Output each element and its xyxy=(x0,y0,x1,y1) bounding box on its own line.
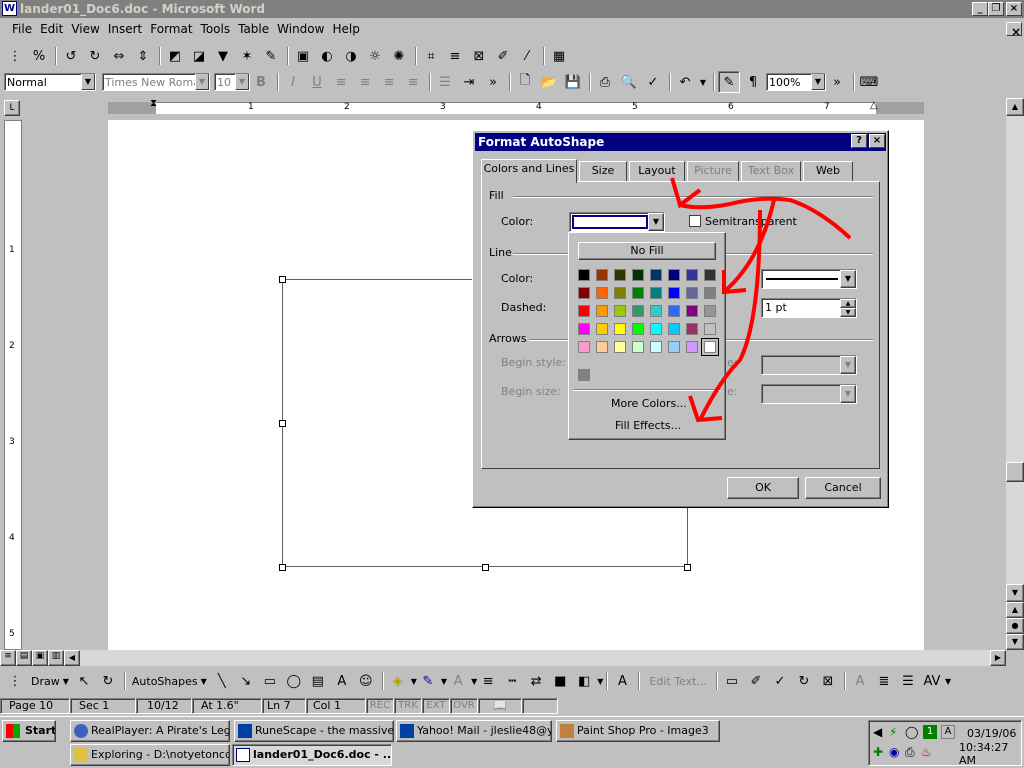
windows-logo-icon xyxy=(6,724,20,738)
tray-app-icon[interactable]: ♨ xyxy=(921,745,932,759)
annotation-arrows xyxy=(670,177,852,423)
speaker-icon[interactable]: ◀ xyxy=(873,725,882,739)
taskbar: Start RealPlayer: A Pirate's Leg... Rune… xyxy=(0,716,1024,768)
antivirus-icon[interactable]: ✚ xyxy=(873,745,883,759)
task-runescape[interactable]: RuneScape - the massive ... xyxy=(234,720,394,742)
tray-letter-icon[interactable]: A xyxy=(941,725,955,739)
task-paint-shop-pro[interactable]: Paint Shop Pro - Image3 xyxy=(556,720,720,742)
network-icon[interactable]: ⚡ xyxy=(889,725,897,739)
tray-clock[interactable]: 10:34:27 AM xyxy=(959,741,1021,767)
annotation-arrow-to-palette xyxy=(724,199,776,292)
tray-date[interactable]: 03/19/06 xyxy=(967,727,1016,740)
system-tray: ◀ ⚡ ◯ 1 A ✚ ◉ ⎙ ♨ 03/19/06 10:34:27 AM xyxy=(868,720,1022,767)
tab-colors-and-lines[interactable]: Colors and Lines xyxy=(481,159,577,183)
mouse-icon[interactable]: ◯ xyxy=(905,725,918,739)
globe-icon[interactable]: ◉ xyxy=(889,745,899,759)
folder-icon xyxy=(74,748,88,762)
start-button[interactable]: Start xyxy=(2,720,56,742)
printer-icon[interactable]: ⎙ xyxy=(905,745,915,760)
annotation-arrow-to-fill-effects xyxy=(698,209,762,421)
task-yahoo-mail[interactable]: Yahoo! Mail - jleslie48@ya... xyxy=(396,720,552,742)
paint-brush-icon xyxy=(560,724,574,738)
realplayer-icon xyxy=(74,724,88,738)
tray-number-icon[interactable]: 1 xyxy=(923,725,937,739)
task-word-document[interactable]: lander01_Doc6.doc - ... xyxy=(232,744,392,766)
browser-icon xyxy=(238,724,252,738)
task-realplayer[interactable]: RealPlayer: A Pirate's Leg... xyxy=(70,720,230,742)
annotation-arrowhead xyxy=(670,177,702,209)
task-exploring[interactable]: Exploring - D:\notyetoncd\... xyxy=(70,744,230,766)
word-icon xyxy=(236,748,250,762)
browser-icon xyxy=(400,724,414,738)
